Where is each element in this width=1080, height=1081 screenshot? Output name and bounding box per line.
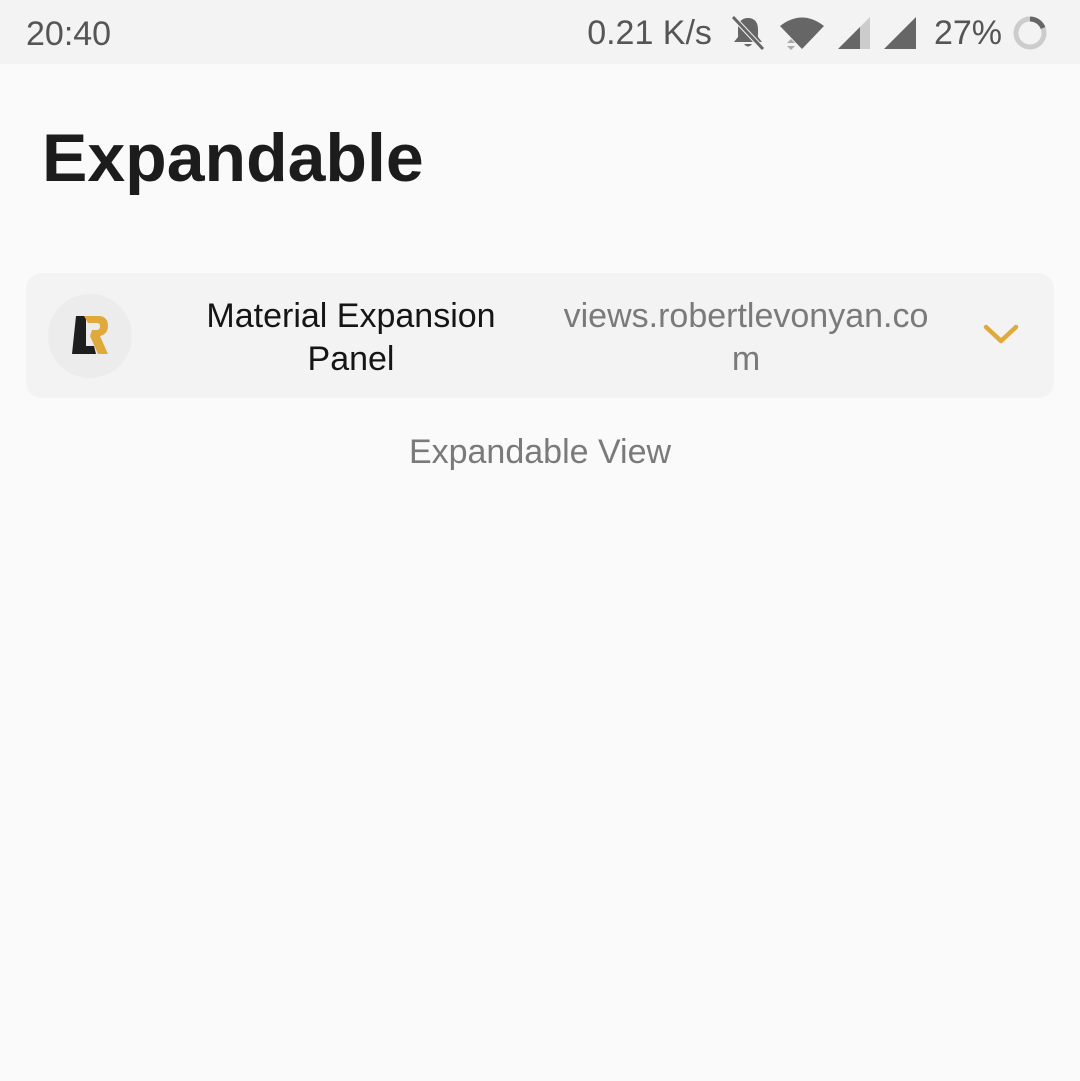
- signal-icon: [836, 13, 872, 53]
- panel-subtitle: views.robertlevonyan.com: [563, 297, 929, 378]
- wifi-icon: [778, 13, 826, 53]
- network-speed: 0.21 K/s: [587, 14, 712, 52]
- battery-percent: 27%: [933, 14, 1002, 52]
- expansion-panel[interactable]: Material Expansion Panel views.robertlev…: [26, 273, 1054, 398]
- page-title: Expandable: [42, 120, 424, 196]
- status-icons: 0.21 K/s 27%: [587, 10, 1058, 56]
- expandable-view-label: Expandable View: [408, 433, 672, 471]
- notifications-off-icon: [728, 13, 768, 53]
- status-time: 20:40: [26, 15, 112, 53]
- chevron-down-icon[interactable]: [981, 317, 1021, 353]
- battery-icon: [1012, 13, 1048, 53]
- signal-icon: [882, 13, 918, 53]
- panel-title: Material Expansion Panel: [206, 297, 496, 378]
- lr-logo-icon: [72, 316, 108, 354]
- status-bar: 20:40 0.21 K/s 27%: [0, 0, 1080, 64]
- panel-avatar: [48, 294, 132, 378]
